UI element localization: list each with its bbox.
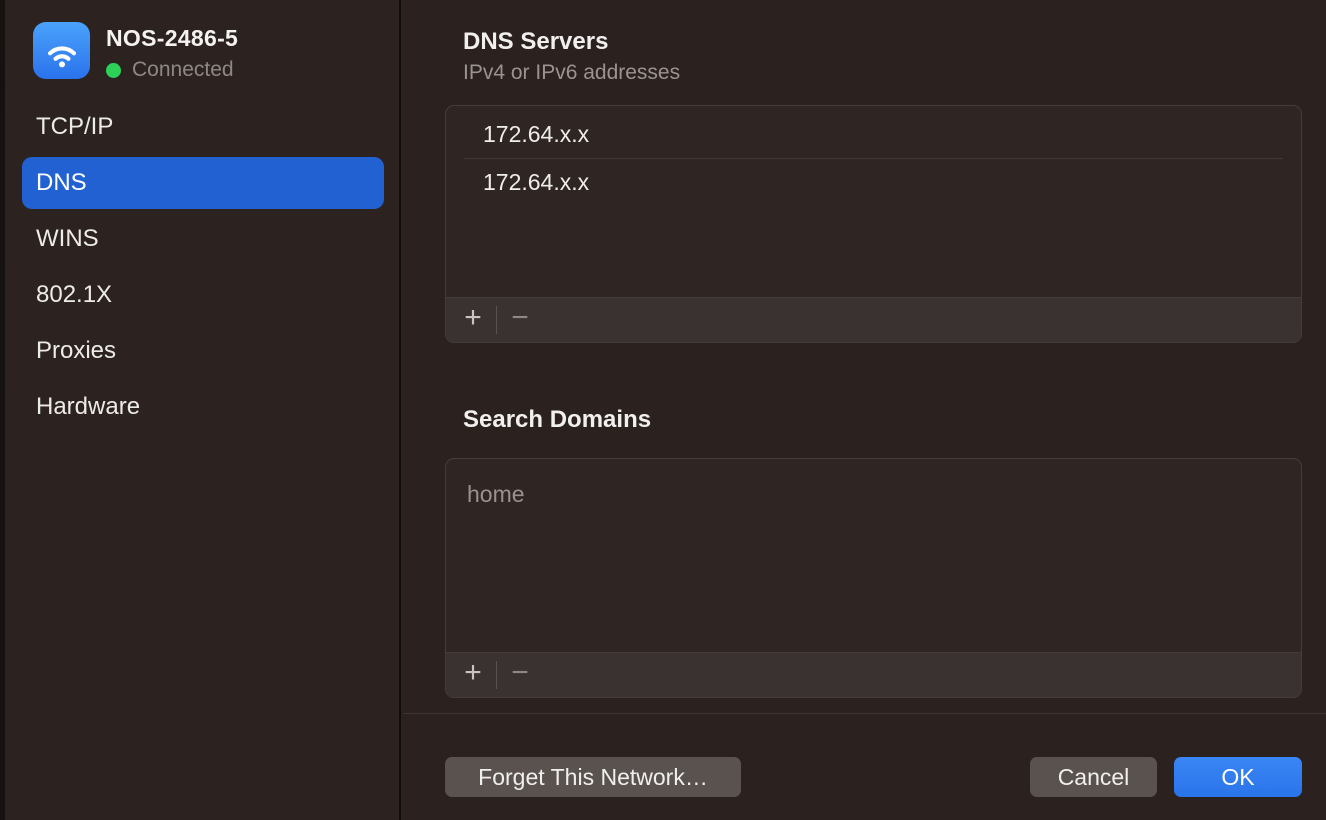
- sidebar-item-8021x[interactable]: 802.1X: [22, 267, 384, 323]
- network-header-text: NOS-2486-5 Connected: [106, 22, 238, 82]
- dns-listbox-footer: + −: [446, 297, 1301, 342]
- status-text: Connected: [132, 58, 234, 82]
- network-name: NOS-2486-5: [106, 24, 238, 52]
- dns-servers-title: DNS Servers: [463, 28, 680, 56]
- add-dns-server-button[interactable]: +: [450, 298, 496, 343]
- sidebar-item-proxies[interactable]: Proxies: [22, 323, 384, 379]
- cancel-button[interactable]: Cancel: [1030, 757, 1157, 797]
- search-domains-listbox: home + −: [445, 458, 1302, 698]
- ok-button[interactable]: OK: [1174, 757, 1302, 797]
- bottom-separator: [403, 713, 1326, 714]
- sidebar-item-dns[interactable]: DNS: [22, 157, 384, 209]
- network-header: NOS-2486-5 Connected: [33, 22, 238, 82]
- dns-servers-rows: 172.64.x.x 172.64.x.x: [446, 106, 1301, 206]
- dns-servers-listbox: 172.64.x.x 172.64.x.x + −: [445, 105, 1302, 343]
- search-domains-title: Search Domains: [463, 406, 651, 434]
- wifi-icon: [33, 22, 90, 79]
- sidebar-item-wins[interactable]: WINS: [22, 211, 384, 267]
- forget-network-button[interactable]: Forget This Network…: [445, 757, 741, 797]
- sidebar-item-tcpip[interactable]: TCP/IP: [22, 99, 384, 155]
- connected-dot-icon: [106, 63, 121, 78]
- search-domain-row[interactable]: home: [446, 469, 1301, 519]
- dns-servers-header: DNS Servers IPv4 or IPv6 addresses: [463, 28, 680, 85]
- search-domains-footer: + −: [446, 652, 1301, 697]
- add-search-domain-button[interactable]: +: [450, 653, 496, 698]
- sidebar: NOS-2486-5 Connected TCP/IP DNS WINS 802…: [5, 0, 401, 820]
- dns-servers-subtitle: IPv4 or IPv6 addresses: [463, 61, 680, 85]
- dialog-footer: Forget This Network… Cancel OK: [445, 757, 1302, 797]
- remove-search-domain-button[interactable]: −: [497, 653, 543, 698]
- status-row: Connected: [106, 58, 238, 82]
- dns-server-row[interactable]: 172.64.x.x: [446, 159, 1301, 206]
- search-domains-rows: home: [446, 459, 1301, 519]
- sidebar-nav: TCP/IP DNS WINS 802.1X Proxies Hardware: [22, 99, 384, 435]
- dns-server-row[interactable]: 172.64.x.x: [446, 111, 1301, 158]
- wifi-details-dialog: NOS-2486-5 Connected TCP/IP DNS WINS 802…: [0, 0, 1326, 820]
- main-panel: DNS Servers IPv4 or IPv6 addresses 172.6…: [403, 0, 1326, 820]
- search-domains-header: Search Domains: [463, 406, 651, 434]
- remove-dns-server-button[interactable]: −: [497, 298, 543, 343]
- sidebar-item-hardware[interactable]: Hardware: [22, 379, 384, 435]
